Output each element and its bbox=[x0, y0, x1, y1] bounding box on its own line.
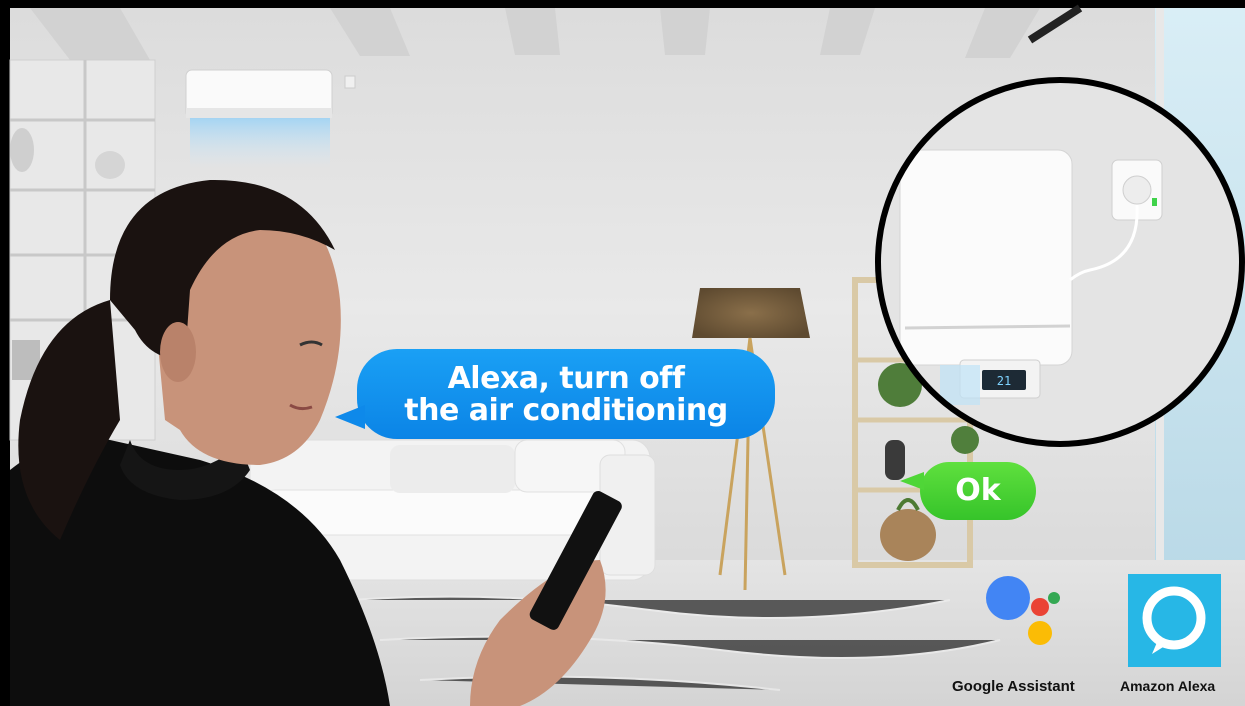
bubble-tail bbox=[335, 405, 365, 429]
assistant-reply-text: Ok bbox=[955, 473, 1001, 508]
ac-temperature-text: 21 bbox=[997, 374, 1011, 388]
assistant-reply-bubble: Ok bbox=[900, 462, 1036, 520]
user-speech-line-1: Alexa, turn off bbox=[447, 361, 685, 396]
amazon-alexa-icon bbox=[1128, 574, 1221, 667]
user-speech-line-2: the air conditioning bbox=[404, 393, 728, 428]
bubble-tail bbox=[900, 472, 924, 490]
google-assistant-label: Google Assistant bbox=[952, 678, 1075, 695]
amazon-alexa-label: Amazon Alexa bbox=[1120, 678, 1216, 694]
scene: 21 Alexa, turn off the air conditioning bbox=[0, 0, 1245, 706]
user-speech-bubble: Alexa, turn off the air conditioning bbox=[335, 349, 775, 439]
